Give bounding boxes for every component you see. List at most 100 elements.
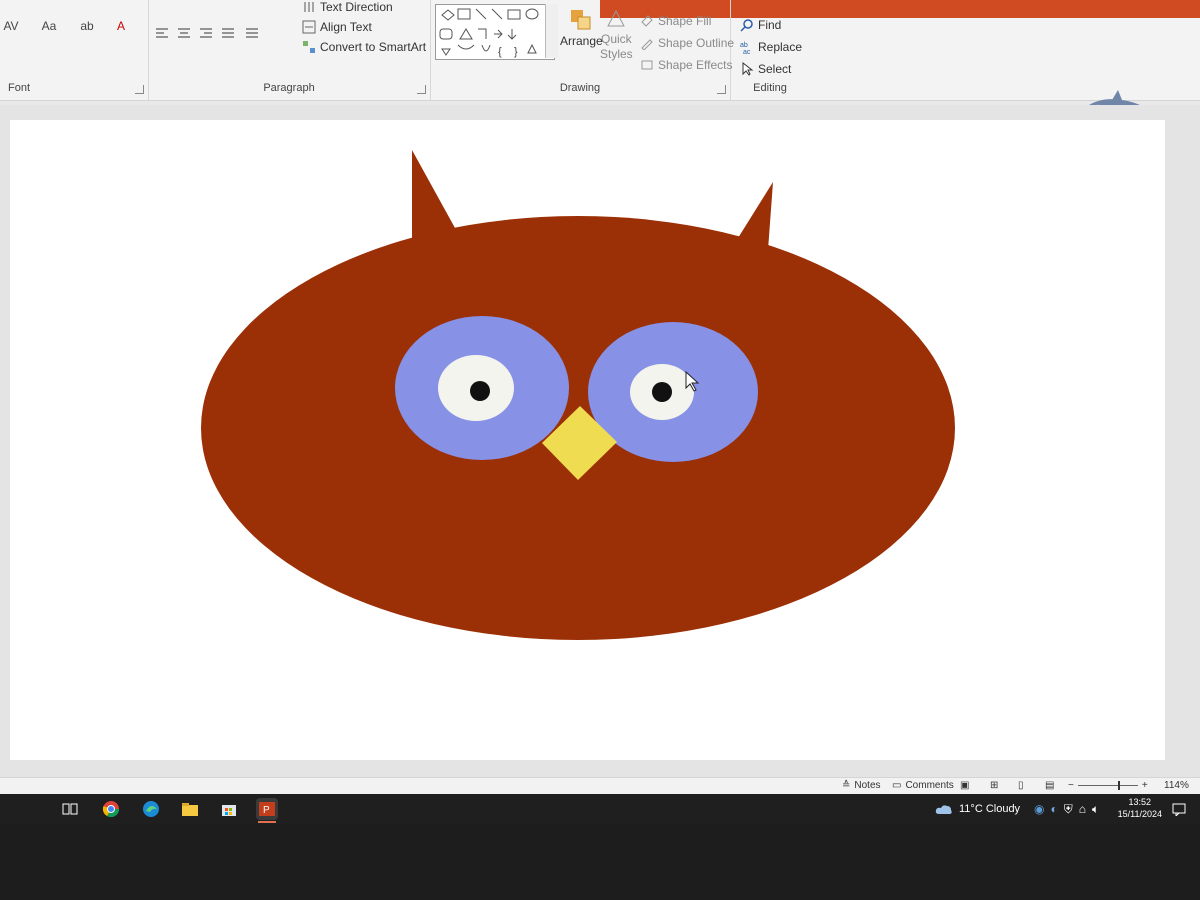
store-icon	[222, 805, 236, 816]
reading-view-button[interactable]: ▯	[1018, 780, 1024, 791]
quick-styles-icon	[604, 8, 628, 32]
cursor-icon	[740, 61, 754, 76]
normal-view-button[interactable]: ▣	[960, 780, 969, 791]
tray-app-icon-2[interactable]: ◐	[1050, 802, 1057, 816]
chrome-icon	[102, 801, 120, 818]
slide-sorter-icon: ⊞	[990, 780, 999, 791]
shape-fill-label: Shape Fill	[658, 14, 712, 28]
normal-view-icon: ▣	[960, 780, 970, 791]
quick-styles-button[interactable]: Quick Styles	[600, 8, 633, 62]
replace-button[interactable]: ab ac Replace	[740, 40, 803, 56]
text-direction-label: Text Direction	[320, 0, 393, 14]
replace-icon: ab ac	[740, 40, 754, 56]
smartart-icon	[302, 40, 316, 54]
svg-text:P: P	[263, 805, 270, 816]
replace-label: Replace	[758, 40, 803, 54]
font-group-label: Font	[8, 82, 31, 94]
edge-button[interactable]	[140, 798, 162, 820]
weather-widget[interactable]: 11°C Cloudy	[935, 794, 1020, 824]
align-text-label: Align Text	[320, 20, 372, 34]
paint-bucket-icon	[640, 14, 654, 28]
zoom-level-label: 114%	[1164, 780, 1189, 791]
zoom-slider[interactable]: − +	[1068, 780, 1148, 791]
slide-sorter-button[interactable]: ⊞	[990, 780, 998, 791]
find-button[interactable]: Find	[740, 18, 781, 32]
quick-styles-label-1: Quick	[601, 32, 632, 46]
task-view-button[interactable]	[59, 798, 81, 820]
monitor-frame: AV Aa ab A Font Text Direction Align Tex…	[0, 0, 1200, 900]
convert-smartart-label: Convert to SmartArt	[320, 40, 427, 54]
alignment-icons[interactable]	[154, 26, 274, 40]
drawing-dialog-launcher[interactable]	[717, 85, 726, 94]
slide-canvas[interactable]	[10, 120, 1165, 760]
slideshow-button[interactable]: ▤	[1045, 780, 1054, 791]
notes-label: Notes	[854, 780, 881, 791]
quick-styles-label-2: Styles	[600, 47, 633, 61]
shape-effects-icon	[640, 58, 654, 72]
notification-icon	[1172, 803, 1186, 816]
task-view-icon	[62, 803, 78, 815]
active-app-indicator	[258, 821, 276, 823]
character-spacing-icon[interactable]: AV	[2, 18, 20, 34]
change-case-icon[interactable]: Aa	[40, 18, 58, 34]
align-text-icon	[302, 20, 316, 34]
zoom-out-icon: −	[1068, 780, 1074, 791]
edge-icon	[143, 801, 159, 817]
shapes-gallery[interactable]: { }	[435, 4, 555, 60]
slideshow-icon: ▤	[1045, 780, 1055, 791]
clock-date: 15/11/2024	[1117, 809, 1162, 819]
text-direction-icon	[302, 0, 316, 14]
system-tray: ◉ ◐ ⛨ ⌂ 🔈︎	[1034, 794, 1099, 824]
editing-group-label: Editing	[753, 82, 787, 94]
notes-button[interactable]: ≙ Notes	[842, 780, 881, 791]
shape-effects-button[interactable]: Shape Effects	[640, 58, 733, 72]
notifications-button[interactable]	[1168, 798, 1190, 820]
convert-smartart-button[interactable]: Convert to SmartArt	[302, 40, 426, 54]
volume-icon[interactable]: 🔈︎	[1092, 802, 1099, 817]
tray-app-icon[interactable]: ◉	[1034, 802, 1044, 816]
clock[interactable]: 13:52 15/11/2024	[1118, 796, 1162, 820]
arrange-button[interactable]: Arrange	[560, 8, 603, 48]
folder-icon	[182, 803, 198, 816]
powerpoint-button[interactable]: P	[256, 798, 278, 820]
arrange-icon	[569, 8, 593, 32]
powerpoint-icon: P	[259, 802, 275, 816]
font-group: AV Aa ab A Font	[0, 0, 149, 100]
comments-button[interactable]: ▭ Comments	[892, 780, 954, 791]
shape-outline-button[interactable]: Shape Outline	[640, 36, 734, 51]
file-explorer-button[interactable]	[179, 798, 201, 820]
comment-icon: ▭	[892, 780, 902, 791]
svg-text:ab: ab	[740, 42, 748, 49]
clock-time: 13:52	[1128, 797, 1152, 807]
paragraph-dialog-launcher[interactable]	[417, 85, 426, 94]
shape-fill-button[interactable]: Shape Fill	[640, 14, 711, 28]
network-icon[interactable]: ⌂	[1079, 802, 1086, 816]
shield-icon[interactable]: ⛨	[1064, 802, 1073, 817]
cloud-icon	[935, 805, 952, 814]
zoom-level[interactable]: 114%	[1164, 780, 1189, 791]
comments-label: Comments	[905, 780, 954, 791]
highlight-icon[interactable]: ab	[78, 18, 96, 34]
font-color-icon[interactable]: A	[112, 18, 130, 34]
find-label: Find	[758, 18, 782, 32]
zoom-track	[1077, 781, 1138, 790]
shapes-gallery-scroll[interactable]	[545, 4, 558, 58]
notes-icon: ≙	[842, 780, 851, 791]
zoom-thumb[interactable]	[1117, 781, 1120, 790]
chrome-button[interactable]	[100, 798, 122, 820]
align-text-button[interactable]: Align Text	[302, 20, 372, 34]
zoom-in-icon: +	[1141, 780, 1148, 791]
search-icon	[740, 18, 754, 32]
weather-label: 11°C Cloudy	[959, 803, 1021, 815]
paragraph-group: Text Direction Align Text Convert to Sma…	[148, 0, 431, 100]
store-button[interactable]	[218, 798, 240, 820]
svg-text:ac: ac	[743, 49, 751, 54]
select-label: Select	[758, 62, 792, 76]
ribbon: AV Aa ab A Font Text Direction Align Tex…	[0, 0, 1200, 121]
shape-effects-label: Shape Effects	[658, 58, 733, 72]
select-button[interactable]: Select	[740, 61, 792, 76]
text-direction-button[interactable]: Text Direction	[302, 0, 393, 14]
svg-text:{: {	[498, 46, 502, 58]
font-dialog-launcher[interactable]	[135, 85, 144, 94]
status-bar: ≙ Notes ▭ Comments ▣ ⊞ ▯ ▤ − + 114%	[0, 777, 1200, 795]
